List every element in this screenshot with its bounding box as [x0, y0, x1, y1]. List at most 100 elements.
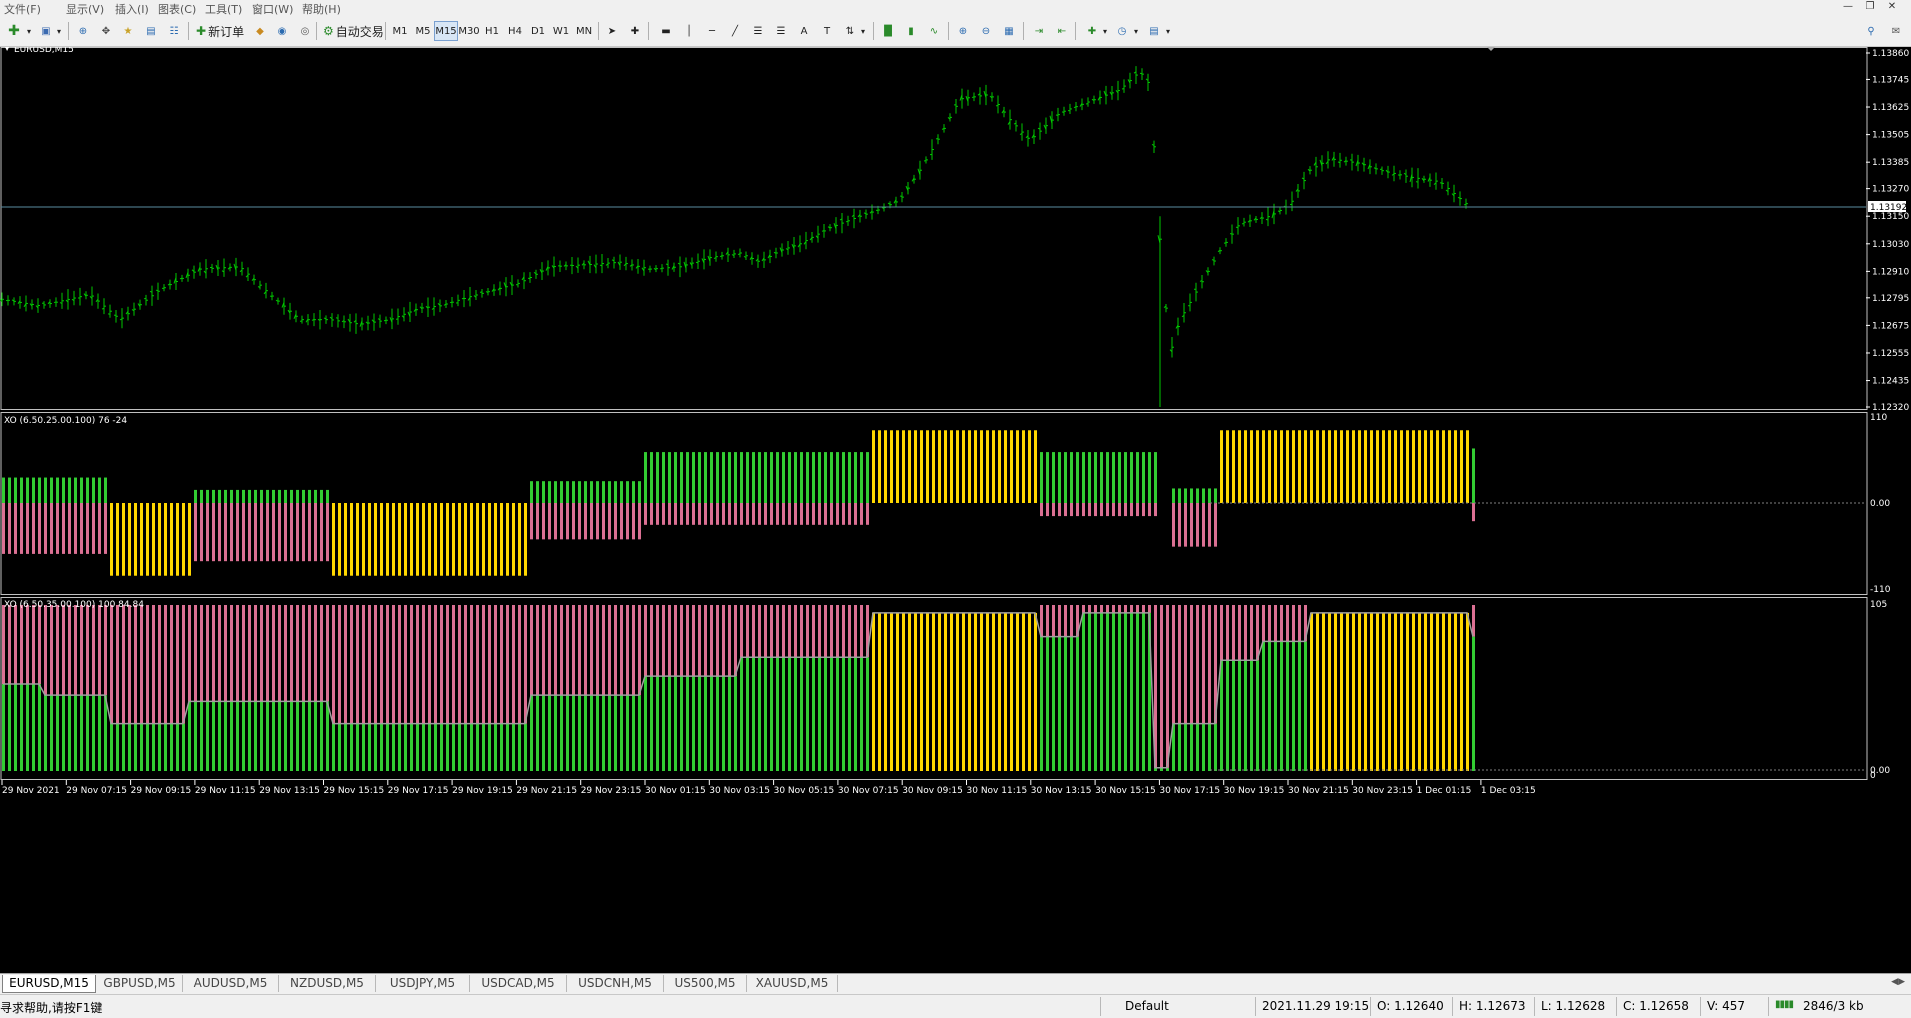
timeframe-m30[interactable]: M30: [457, 21, 481, 41]
periods-icon[interactable]: ◷: [1112, 21, 1132, 41]
tab-xauusd-m5[interactable]: XAUUSD,M5: [747, 975, 838, 992]
indicator1-bar: [920, 430, 923, 503]
indicator2-bar: [1226, 660, 1229, 771]
chat-icon[interactable]: ◉: [272, 21, 292, 41]
indicator2-histogram: [2, 605, 1475, 771]
indicator2-bar: [428, 724, 431, 771]
crosshair-icon[interactable]: ✚: [625, 21, 645, 41]
tab-audusd-m5[interactable]: AUDUSD,M5: [183, 975, 279, 992]
dropdown-arrow-icon[interactable]: ▾: [1163, 21, 1173, 41]
timeframe-h1[interactable]: H1: [480, 21, 504, 41]
search-icon[interactable]: ⚲: [1861, 21, 1881, 41]
indicator1-bar: [812, 503, 815, 525]
indicator1-bar: [236, 503, 239, 561]
chart-canvas[interactable]: 1.138601.137451.136251.135051.133851.132…: [0, 47, 1911, 973]
close-icon[interactable]: ✕: [1885, 1, 1899, 13]
indicator1-bar: [146, 503, 149, 576]
text-tool-icon[interactable]: A: [794, 21, 814, 41]
chart-shift-icon[interactable]: ⇤: [1052, 21, 1072, 41]
timeframe-d1[interactable]: D1: [526, 21, 550, 41]
new-order-button[interactable]: ✚新订单: [193, 21, 247, 41]
indicator2-bar: [662, 605, 665, 676]
autoscroll-icon[interactable]: ⇥: [1029, 21, 1049, 41]
indicator1-bar: [326, 490, 329, 503]
menu-tools[interactable]: 工具(T): [205, 1, 242, 17]
indicator1-bar: [788, 452, 791, 503]
channel-icon[interactable]: ☰: [748, 21, 768, 41]
fibonacci-icon[interactable]: ☰: [771, 21, 791, 41]
tab-usdcad-m5[interactable]: USDCAD,M5: [470, 975, 567, 992]
tile-windows-icon[interactable]: ▦: [999, 21, 1019, 41]
indicator2-bar: [1454, 613, 1457, 771]
indicator2-bar: [1016, 613, 1019, 771]
connection-icon[interactable]: ▮▮▮▮: [1775, 999, 1793, 1010]
menu-file[interactable]: 文件(F): [4, 1, 41, 17]
auto-trade-button[interactable]: ⚙自动交易: [320, 21, 387, 41]
indicator1-bar: [392, 503, 395, 576]
indicator1-bar: [1112, 452, 1115, 503]
indicators-icon[interactable]: ✚: [1082, 21, 1102, 41]
horizontal-line-icon[interactable]: ─: [702, 21, 722, 41]
dropdown-arrow-icon[interactable]: ▾: [24, 21, 34, 41]
templates-icon[interactable]: ▤: [1144, 21, 1164, 41]
zoom-in-icon[interactable]: ⊕: [953, 21, 973, 41]
cursor-icon[interactable]: ➤: [602, 21, 622, 41]
dropdown-arrow-icon[interactable]: ▾: [1100, 21, 1110, 41]
indicator1-bar: [1172, 503, 1175, 547]
indicator2-bar: [92, 695, 95, 771]
menu-insert[interactable]: 插入(I): [115, 1, 149, 17]
tabs-scroll-icon[interactable]: ◀▶: [1891, 977, 1905, 987]
indicator2-bar: [1130, 605, 1133, 613]
metaeditor-icon[interactable]: ◆: [250, 21, 270, 41]
new-chart-icon[interactable]: ✚: [4, 21, 24, 41]
chat-bubble-icon[interactable]: ✉: [1886, 21, 1906, 41]
profiles-icon[interactable]: ▣: [36, 21, 56, 41]
bar-chart-icon[interactable]: █: [878, 21, 898, 41]
tab-us500-m5[interactable]: US500,M5: [664, 975, 747, 992]
indicator1-bar: [440, 503, 443, 576]
trendline-icon[interactable]: ╱: [725, 21, 745, 41]
arrows-icon[interactable]: ⇅: [840, 21, 860, 41]
timeframe-h4[interactable]: H4: [503, 21, 527, 41]
dropdown-arrow-icon[interactable]: ▾: [858, 21, 868, 41]
timeframe-m5[interactable]: M5: [411, 21, 435, 41]
menu-chart[interactable]: 图表(C): [158, 1, 196, 17]
indicator1-bar: [698, 452, 701, 503]
tab-usdcnh-m5[interactable]: USDCNH,M5: [567, 975, 664, 992]
navigator-icon[interactable]: ★: [118, 21, 138, 41]
menu-view[interactable]: 显示(V): [66, 1, 104, 17]
tab-gbpusd-m5[interactable]: GBPUSD,M5: [97, 975, 183, 992]
chart-menu-arrow-icon[interactable]: ▼: [4, 47, 11, 52]
dropdown-arrow-icon[interactable]: ▾: [54, 21, 64, 41]
line-chart-icon[interactable]: ∿: [924, 21, 944, 41]
indicator1-bar: [1022, 430, 1025, 503]
timeframe-w1[interactable]: W1: [549, 21, 573, 41]
crosshair-nav-icon[interactable]: ✥: [96, 21, 116, 41]
tab-eurusd-m15[interactable]: EURUSD,M15: [2, 975, 96, 993]
indicator2-bar: [554, 695, 557, 771]
vertical-line-icon[interactable]: │: [679, 21, 699, 41]
terminal-icon[interactable]: ▤: [141, 21, 161, 41]
chart-window[interactable]: 1.138601.137451.136251.135051.133851.132…: [0, 47, 1911, 973]
timeframe-mn[interactable]: MN: [572, 21, 596, 41]
tab-nzdusd-m5[interactable]: NZDUSD,M5: [279, 975, 376, 992]
timeframe-m1[interactable]: M1: [388, 21, 412, 41]
price-bar-open: [1416, 182, 1418, 183]
indicator1-bar: [1058, 503, 1061, 516]
menu-help[interactable]: 帮助(H): [302, 1, 341, 17]
text-label-icon[interactable]: T: [817, 21, 837, 41]
minimize-icon[interactable]: —: [1841, 1, 1855, 13]
indicator2-bar: [350, 724, 353, 771]
tab-usdjpy-m5[interactable]: USDJPY,M5: [376, 975, 470, 992]
tester-icon[interactable]: ☷: [164, 21, 184, 41]
market-watch-icon[interactable]: ⊕: [73, 21, 93, 41]
dropdown-arrow-icon[interactable]: ▾: [1131, 21, 1141, 41]
signals-icon[interactable]: ◎: [295, 21, 315, 41]
restore-icon[interactable]: ❐: [1863, 1, 1877, 13]
zoom-out-icon[interactable]: ⊖: [976, 21, 996, 41]
menu-window[interactable]: 窗口(W): [252, 1, 293, 17]
indicator2-bar: [158, 605, 161, 724]
rectangle-icon[interactable]: ▬: [656, 21, 676, 41]
candlestick-icon[interactable]: ▮: [901, 21, 921, 41]
timeframe-m15[interactable]: M15: [434, 21, 458, 41]
